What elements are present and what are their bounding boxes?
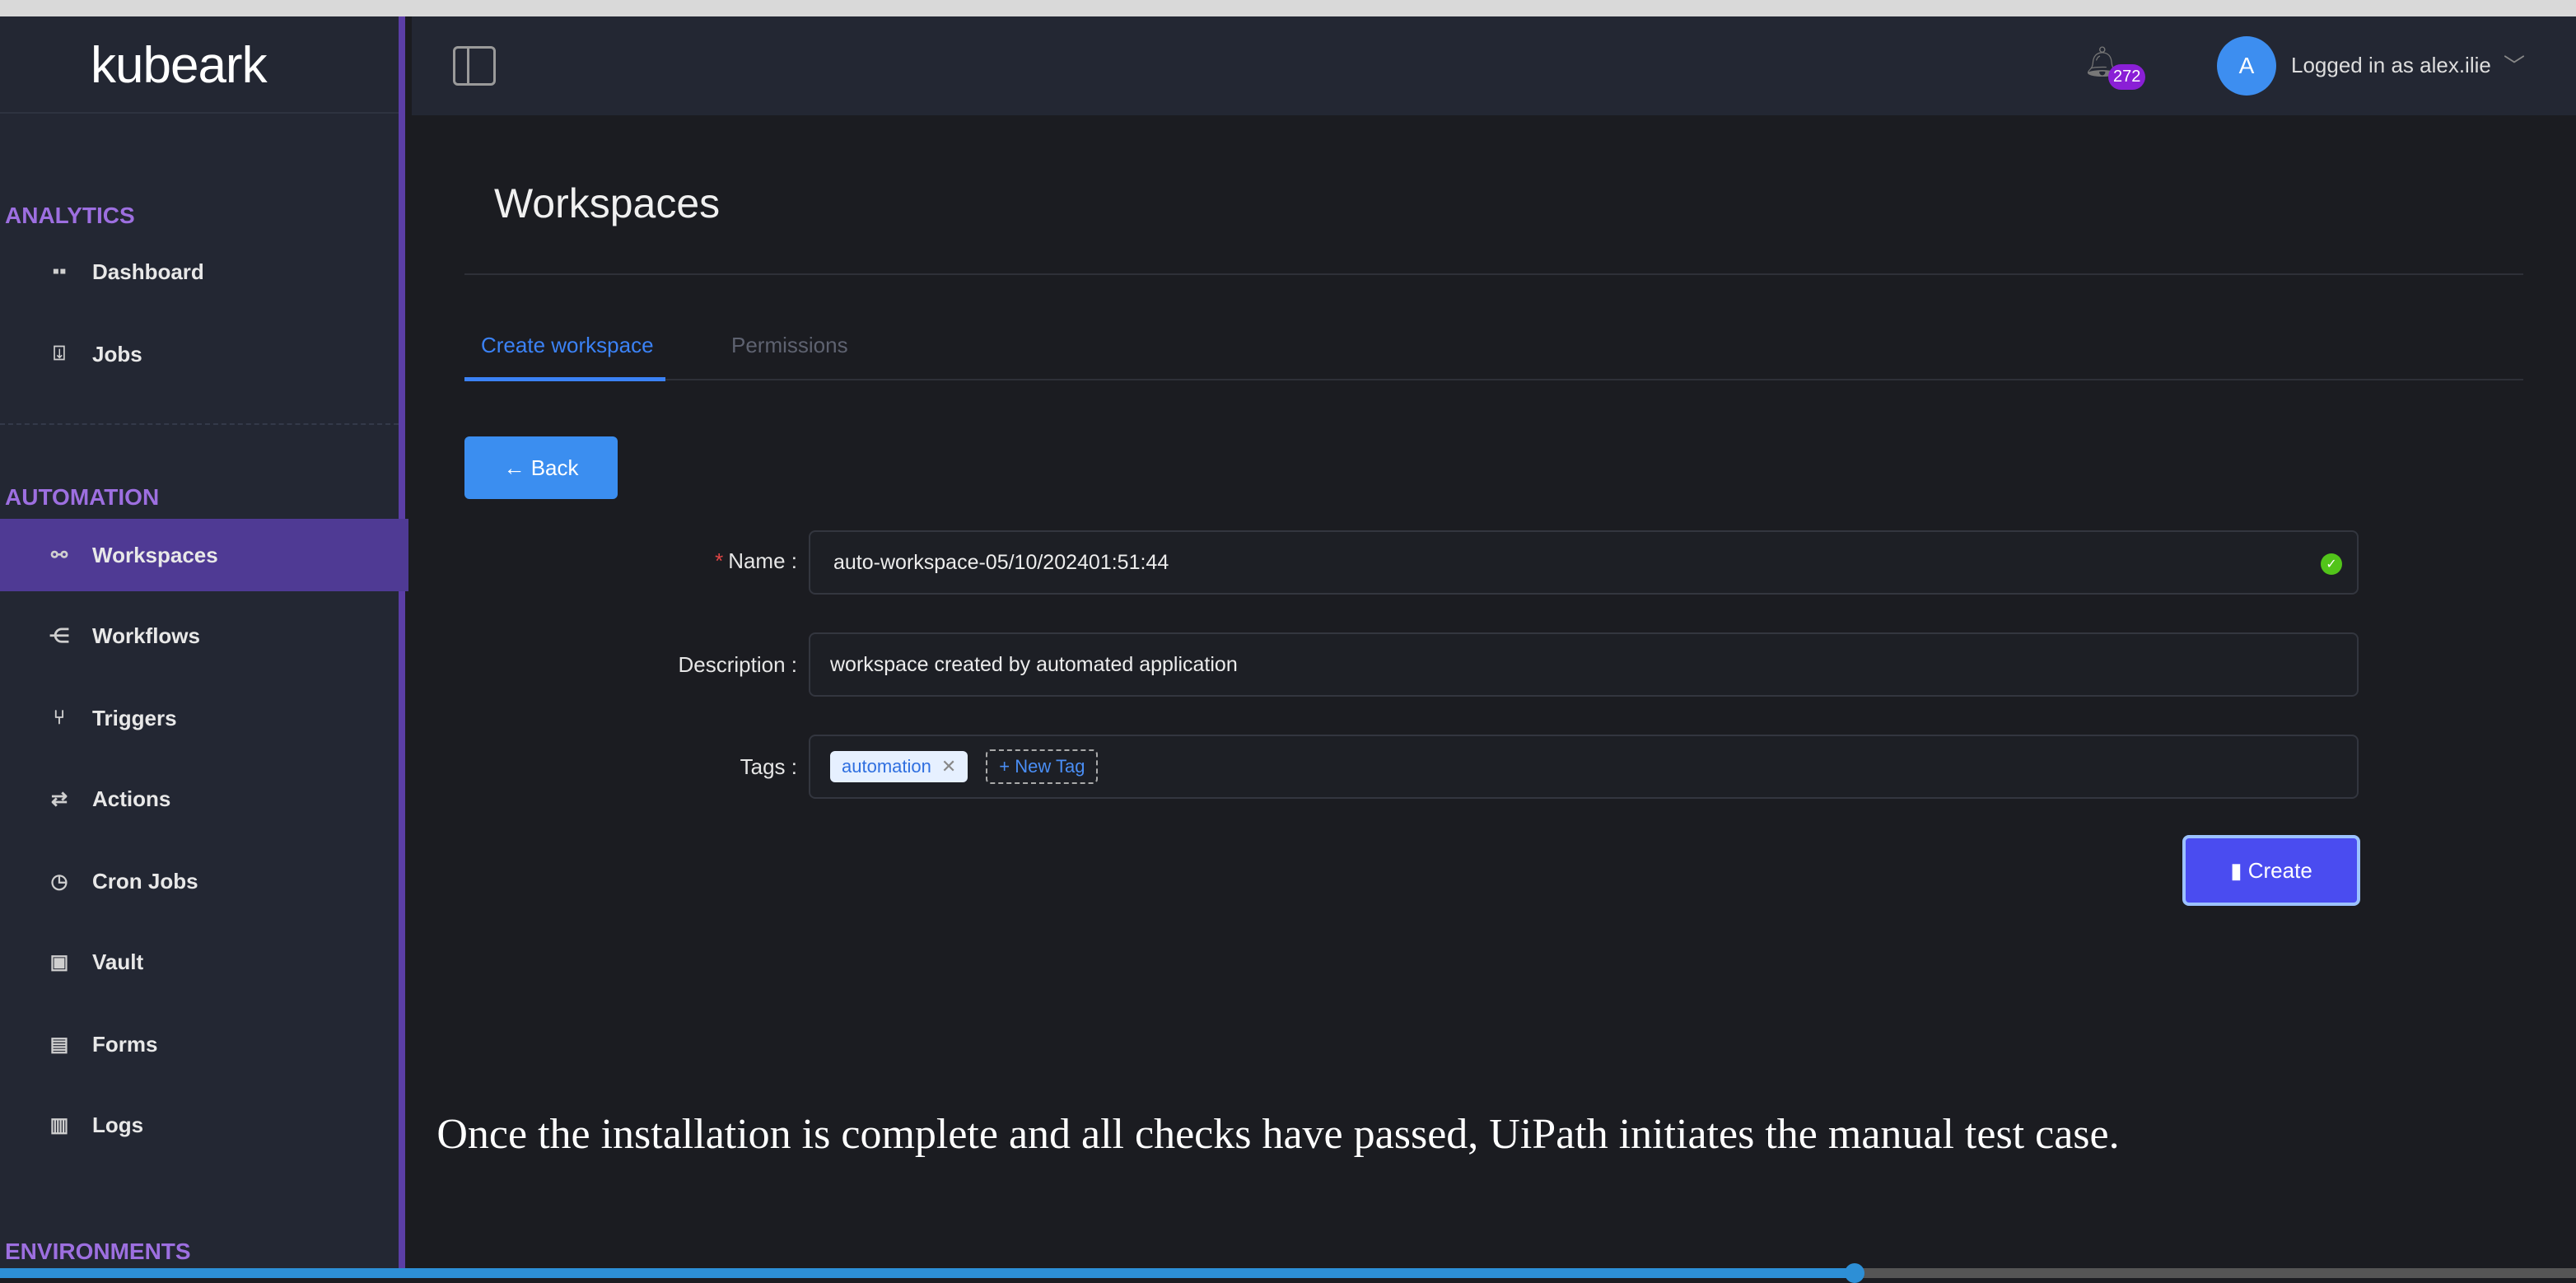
sidebar-toggle-icon[interactable] xyxy=(453,46,496,86)
sidebar-item-jobs[interactable]: ⍗ Jobs xyxy=(0,318,408,390)
tags-label: Tags : xyxy=(740,754,797,779)
sidebar-item-label: Forms xyxy=(92,1031,158,1057)
name-input[interactable]: auto-workspace-05/10/202401:51:44 ✓ xyxy=(809,530,2359,595)
plus-icon: + xyxy=(999,756,1015,777)
tab-permissions[interactable]: Permissions xyxy=(731,333,848,358)
create-label: Create xyxy=(2247,857,2312,883)
triggers-icon: ⑂ xyxy=(53,707,66,729)
tab-create-workspace[interactable]: Create workspace xyxy=(481,333,654,358)
sidebar-item-label: Triggers xyxy=(92,705,177,730)
video-progress-bar[interactable] xyxy=(0,1268,2576,1278)
sidebar-item-dashboard[interactable]: ▪▪ Dashboard xyxy=(0,236,408,308)
required-icon: * xyxy=(715,548,724,573)
sidebar-item-actions[interactable]: ⇄ Actions xyxy=(0,763,408,835)
divider xyxy=(0,112,399,114)
progress-fill xyxy=(0,1268,1855,1278)
logo: kubeark xyxy=(91,37,268,94)
sidebar: kubeark ANALYTICS ▪▪ Dashboard ⍗ Jobs AUTO… xyxy=(0,16,408,1278)
section-automation: AUTOMATION xyxy=(5,484,160,510)
actions-icon: ⇄ xyxy=(50,787,68,810)
create-button[interactable]: ▮ Create xyxy=(2182,835,2360,906)
sidebar-item-label: Actions xyxy=(92,786,171,811)
progress-handle[interactable] xyxy=(1845,1263,1865,1283)
sidebar-item-triggers[interactable]: ⑂ Triggers xyxy=(0,682,408,754)
description-label: Description : xyxy=(678,652,798,677)
sidebar-item-label: Cron Jobs xyxy=(92,868,198,893)
jobs-icon: ⍗ xyxy=(53,343,66,365)
notification-badge: 272 xyxy=(2108,64,2146,90)
description-input[interactable]: workspace created by automated applicati… xyxy=(809,632,2359,697)
close-icon[interactable]: ✕ xyxy=(941,756,956,777)
back-button[interactable]: ← Back xyxy=(464,436,618,499)
save-icon: ▮ xyxy=(2230,857,2248,883)
new-tag-label: New Tag xyxy=(1015,756,1085,777)
divider xyxy=(464,273,2523,275)
name-label-text: Name : xyxy=(728,548,797,573)
new-tag-button[interactable]: + New Tag xyxy=(986,749,1099,784)
active-tab-indicator xyxy=(464,377,665,381)
workflows-icon: ⋲ xyxy=(49,624,69,647)
clock-icon: ◷ xyxy=(50,870,68,893)
divider xyxy=(0,423,399,425)
forms-icon: ▤ xyxy=(49,1033,69,1056)
top-bar: 🔔︎ 272 A Logged in as alex.ilie ﹀ xyxy=(412,16,2576,115)
dashboard-icon: ▪▪ xyxy=(52,260,67,282)
page-title: Workspaces xyxy=(494,180,721,226)
vault-icon: ▣ xyxy=(49,950,69,973)
browser-strip xyxy=(0,0,2576,16)
tag-chip: automation ✕ xyxy=(830,751,968,782)
sidebar-item-cron-jobs[interactable]: ◷ Cron Jobs xyxy=(0,845,408,917)
arrow-left-icon: ← xyxy=(503,455,531,480)
back-label: Back xyxy=(530,455,579,480)
section-environments: ENVIRONMENTS xyxy=(5,1239,191,1264)
check-circle-icon: ✓ xyxy=(2321,553,2342,575)
sidebar-item-workflows[interactable]: ⋲ Workflows xyxy=(0,600,408,672)
section-analytics: ANALYTICS xyxy=(5,203,135,228)
tag-label: automation xyxy=(842,756,931,777)
name-label: * Name : xyxy=(468,548,797,574)
sidebar-item-forms[interactable]: ▤ Forms xyxy=(0,1008,408,1080)
name-value: auto-workspace-05/10/202401:51:44 xyxy=(833,550,1169,574)
chevron-down-icon[interactable]: ﹀ xyxy=(2504,49,2525,80)
video-caption: Once the installation is complete and al… xyxy=(436,1111,2120,1158)
sidebar-item-workspaces[interactable]: ⚯ Workspaces xyxy=(0,519,408,591)
sidebar-item-label: Workspaces xyxy=(92,542,218,567)
tab-bar-line xyxy=(464,379,2523,380)
tags-input: automation ✕ + New Tag xyxy=(809,735,2359,799)
sidebar-item-label: Jobs xyxy=(92,341,142,366)
avatar[interactable]: A xyxy=(2217,36,2276,96)
sidebar-item-vault[interactable]: ▣ Vault xyxy=(0,926,408,998)
sidebar-item-label: Dashboard xyxy=(92,259,204,284)
sidebar-item-label: Workflows xyxy=(92,623,200,648)
description-value: workspace created by automated applicati… xyxy=(830,652,1238,676)
user-label[interactable]: Logged in as alex.ilie xyxy=(2291,53,2491,78)
sidebar-item-label: Vault xyxy=(92,949,144,974)
workspaces-icon: ⚯ xyxy=(50,544,68,567)
